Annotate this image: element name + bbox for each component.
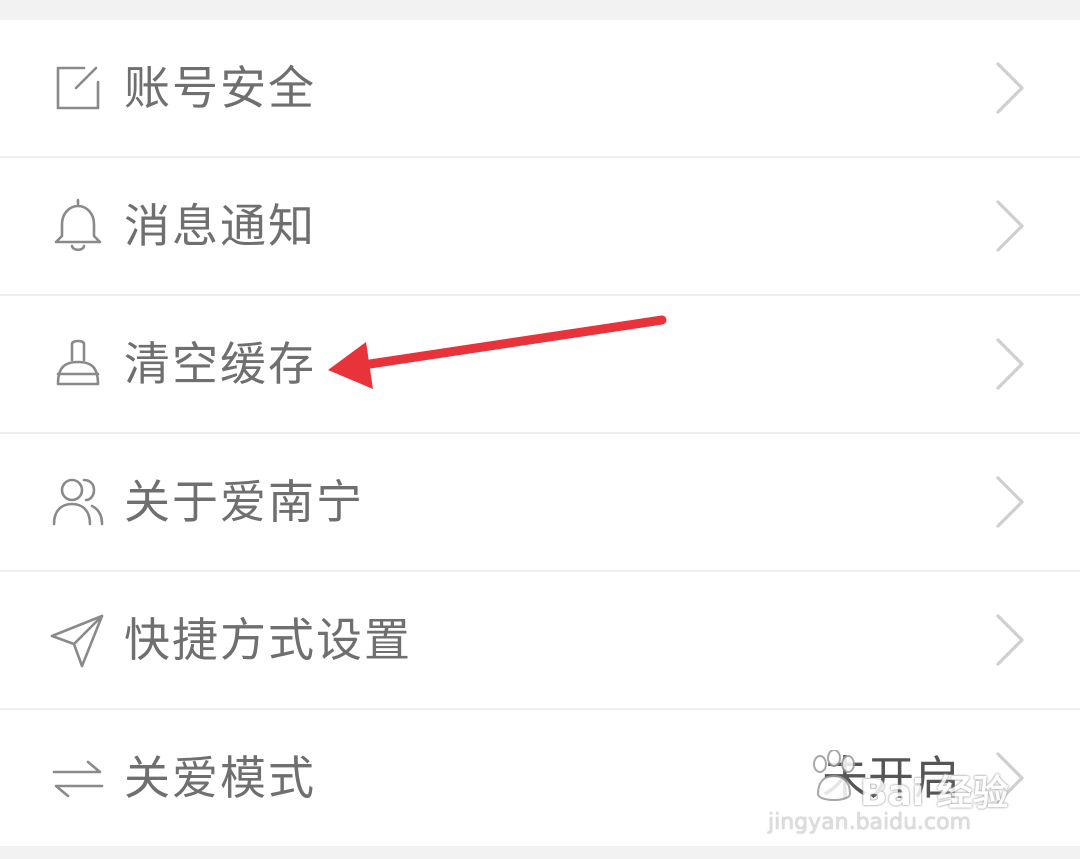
chevron-right-icon <box>990 60 1030 116</box>
settings-item-shortcut[interactable]: 快捷方式设置 <box>0 572 1080 710</box>
settings-item-label: 关爱模式 <box>124 751 316 805</box>
settings-item-label: 快捷方式设置 <box>124 613 412 667</box>
settings-item-label: 账号安全 <box>124 61 316 115</box>
swap-arrows-icon <box>48 748 108 808</box>
settings-item-label: 消息通知 <box>124 199 316 253</box>
chevron-right-icon <box>990 612 1030 668</box>
chevron-right-icon <box>990 750 1030 806</box>
settings-item-about[interactable]: 关于爱南宁 <box>0 434 1080 572</box>
settings-item-care-mode[interactable]: 关爱模式 未开启 <box>0 710 1080 846</box>
settings-item-label: 关于爱南宁 <box>124 475 364 529</box>
edit-icon <box>48 58 108 118</box>
bell-icon <box>48 196 108 256</box>
chevron-right-icon <box>990 198 1030 254</box>
chevron-right-icon <box>990 336 1030 392</box>
settings-item-notifications[interactable]: 消息通知 <box>0 158 1080 296</box>
chevron-right-icon <box>990 474 1030 530</box>
care-mode-status: 未开启 <box>822 751 960 805</box>
users-icon <box>48 472 108 532</box>
broom-icon <box>48 334 108 394</box>
settings-list: 账号安全 消息通知 清空缓存 关于爱南宁 快捷方式设置 关爱模式 未开启 <box>0 20 1080 846</box>
settings-item-label: 清空缓存 <box>124 337 316 391</box>
settings-item-account-security[interactable]: 账号安全 <box>0 20 1080 158</box>
settings-item-clear-cache[interactable]: 清空缓存 <box>0 296 1080 434</box>
paper-plane-icon <box>48 610 108 670</box>
